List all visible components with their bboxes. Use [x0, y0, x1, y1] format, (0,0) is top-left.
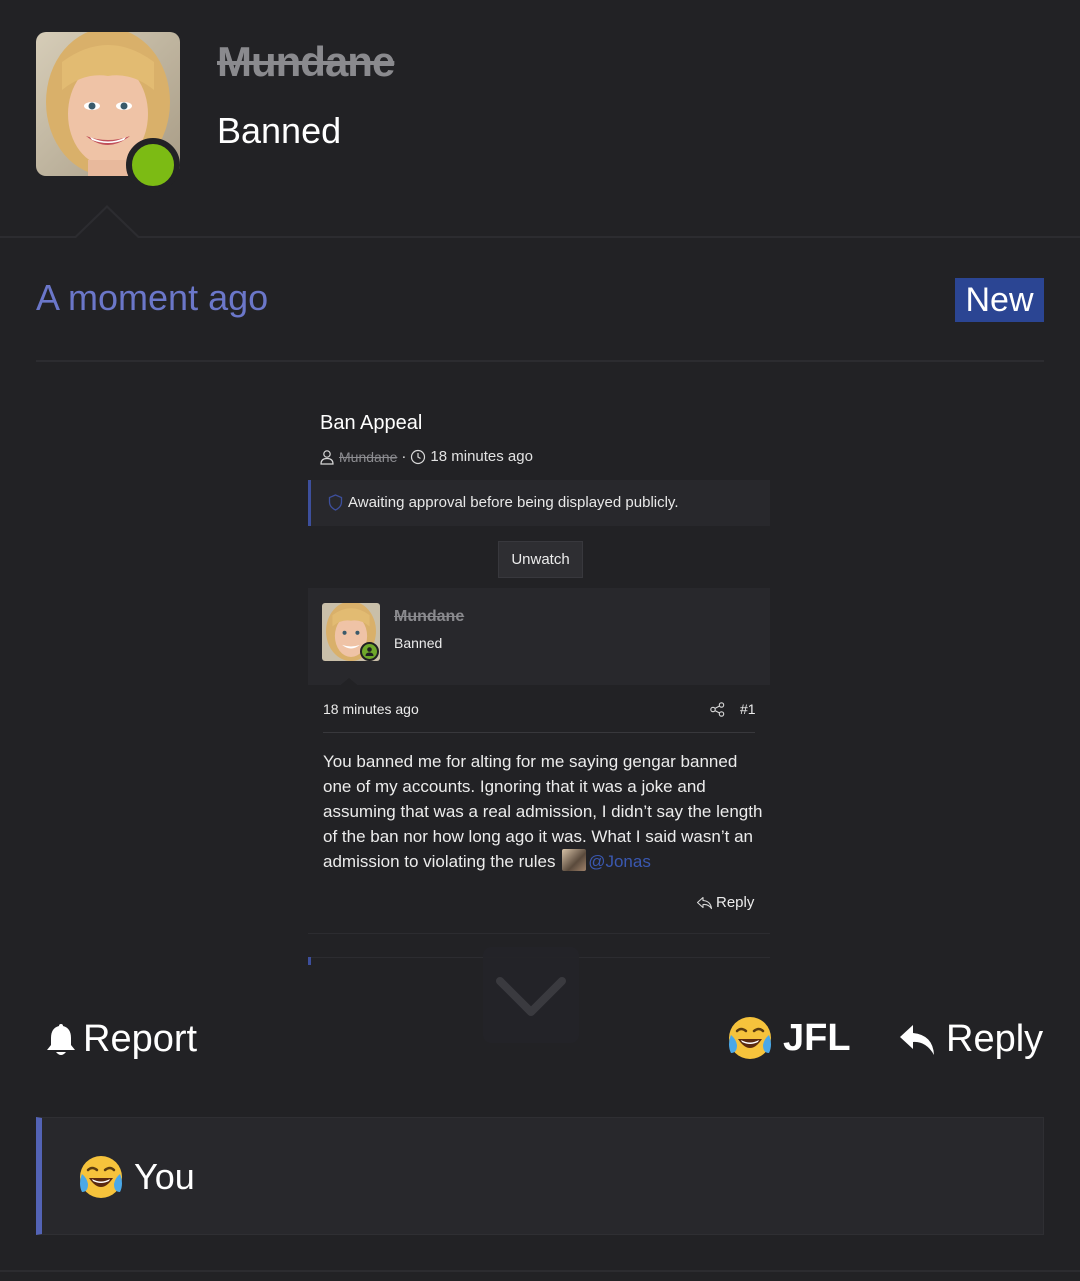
clock-icon	[411, 449, 426, 464]
unwatch-button[interactable]: Unwatch	[498, 541, 583, 578]
post-time[interactable]: 18 minutes ago	[323, 701, 419, 717]
thread-title: Ban Appeal	[320, 412, 423, 434]
mention-avatar	[562, 849, 587, 871]
meta-separator: ·	[401, 448, 407, 465]
chevron-down-icon	[496, 977, 566, 1016]
reaction-summary[interactable]: You	[36, 1117, 1044, 1235]
report-button[interactable]: Report	[45, 1018, 197, 1061]
reaction-summary-item: You	[78, 1154, 195, 1200]
post-body-text: You banned me for alting for me saying g…	[323, 752, 763, 871]
reaction-summary-text: You	[134, 1156, 195, 1197]
thread-meta: Mundane · 18 minutes ago	[319, 448, 533, 465]
laughing-crying-emoji-icon	[80, 1156, 122, 1198]
online-status-indicator	[360, 642, 379, 661]
scroll-down-button[interactable]	[483, 947, 579, 1043]
bell-icon	[47, 1023, 75, 1055]
approval-notice: Awaiting approval before being displayed…	[308, 480, 770, 526]
shield-icon	[328, 494, 343, 511]
report-label: Report	[83, 1018, 198, 1060]
thread-time: 18 minutes ago	[430, 448, 533, 465]
approval-notice-text: Awaiting approval before being displayed…	[348, 494, 679, 511]
post-reply-button[interactable]: Reply	[696, 894, 754, 911]
reply-arrow-icon	[900, 1024, 934, 1055]
post-number[interactable]: #1	[740, 701, 756, 717]
thread-author: Mundane	[339, 448, 398, 465]
post-pointer	[337, 678, 361, 688]
post-body: You banned me for alting for me saying g…	[323, 749, 763, 874]
post-user-title: Banned	[394, 635, 443, 651]
username[interactable]: Mundane	[217, 38, 395, 86]
user-icon	[320, 449, 334, 465]
divider	[323, 732, 755, 733]
post-author-block: Mundane Banned	[308, 588, 770, 685]
post-username[interactable]: Mundane	[394, 608, 464, 626]
share-icon[interactable]	[710, 702, 725, 717]
new-badge: New	[955, 278, 1044, 322]
divider	[36, 360, 1044, 362]
laughing-crying-emoji-icon	[729, 1017, 771, 1059]
divider	[308, 933, 770, 934]
user-title: Banned	[217, 110, 342, 151]
reply-button[interactable]: Reply	[898, 1018, 1043, 1061]
user-icon	[365, 647, 374, 656]
message-time[interactable]: A moment ago	[36, 277, 268, 319]
reply-label: Reply	[946, 1018, 1044, 1060]
reaction-label: JFL	[783, 1016, 851, 1059]
post-reply-label: Reply	[716, 894, 755, 911]
divider	[0, 236, 1080, 238]
message-header: Mundane Banned	[0, 0, 1080, 237]
divider	[0, 1270, 1080, 1272]
online-status-indicator	[126, 138, 180, 192]
reply-arrow-icon	[696, 896, 713, 909]
embedded-screenshot[interactable]: Ban Appeal Mundane · 18 minutes ago Awai…	[308, 395, 770, 965]
reaction-button[interactable]: JFL	[727, 1015, 851, 1061]
mention-link[interactable]: @Jonas	[588, 852, 651, 871]
